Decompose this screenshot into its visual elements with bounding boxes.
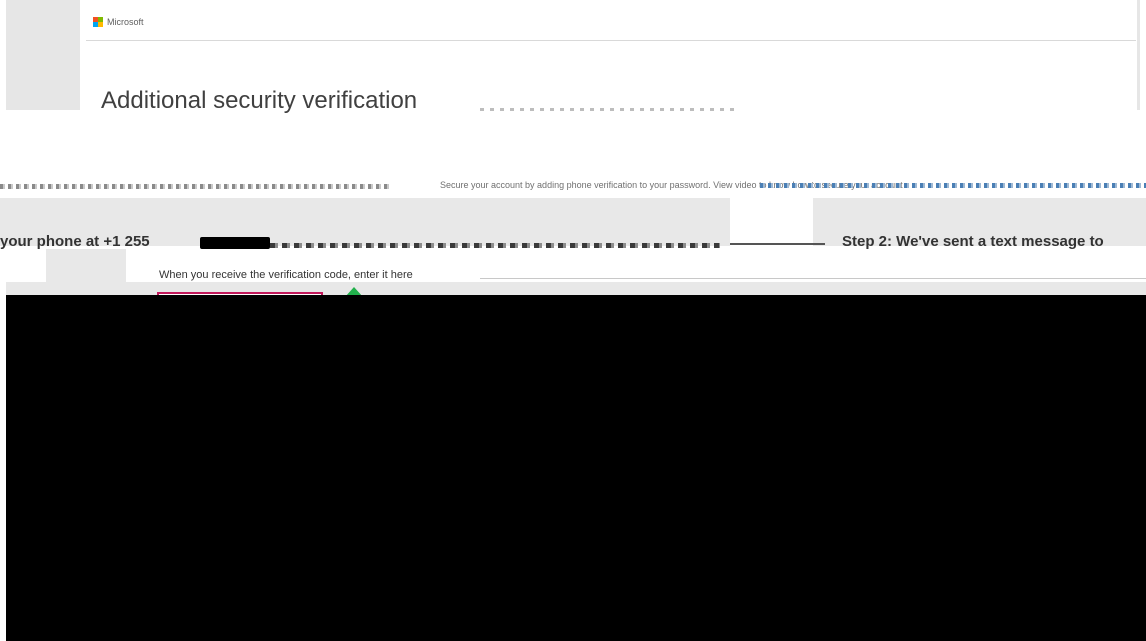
left-gray-block (6, 0, 80, 110)
step1-garbled (270, 243, 720, 248)
intro-video-link[interactable] (760, 183, 1146, 188)
right-edge-line (1137, 0, 1140, 110)
step-band-gap (730, 198, 813, 246)
header-divider (86, 40, 1136, 41)
brand-name: Microsoft (107, 17, 144, 27)
faint-text-noise (480, 108, 740, 111)
step2-heading: Step 2: We've sent a text message to (842, 233, 1104, 250)
verification-code-label: When you receive the verification code, … (159, 269, 413, 281)
redaction-block (6, 295, 1146, 641)
step1-heading: your phone at +1 255 (0, 233, 150, 250)
step2-rule (730, 243, 825, 245)
microsoft-logo-icon (93, 17, 103, 27)
microsoft-logo: Microsoft (93, 17, 144, 27)
page-title: Additional security verification (101, 87, 418, 114)
label-rule (480, 278, 1146, 279)
redaction-phone (200, 237, 270, 249)
intro-garbled-left (0, 184, 390, 189)
